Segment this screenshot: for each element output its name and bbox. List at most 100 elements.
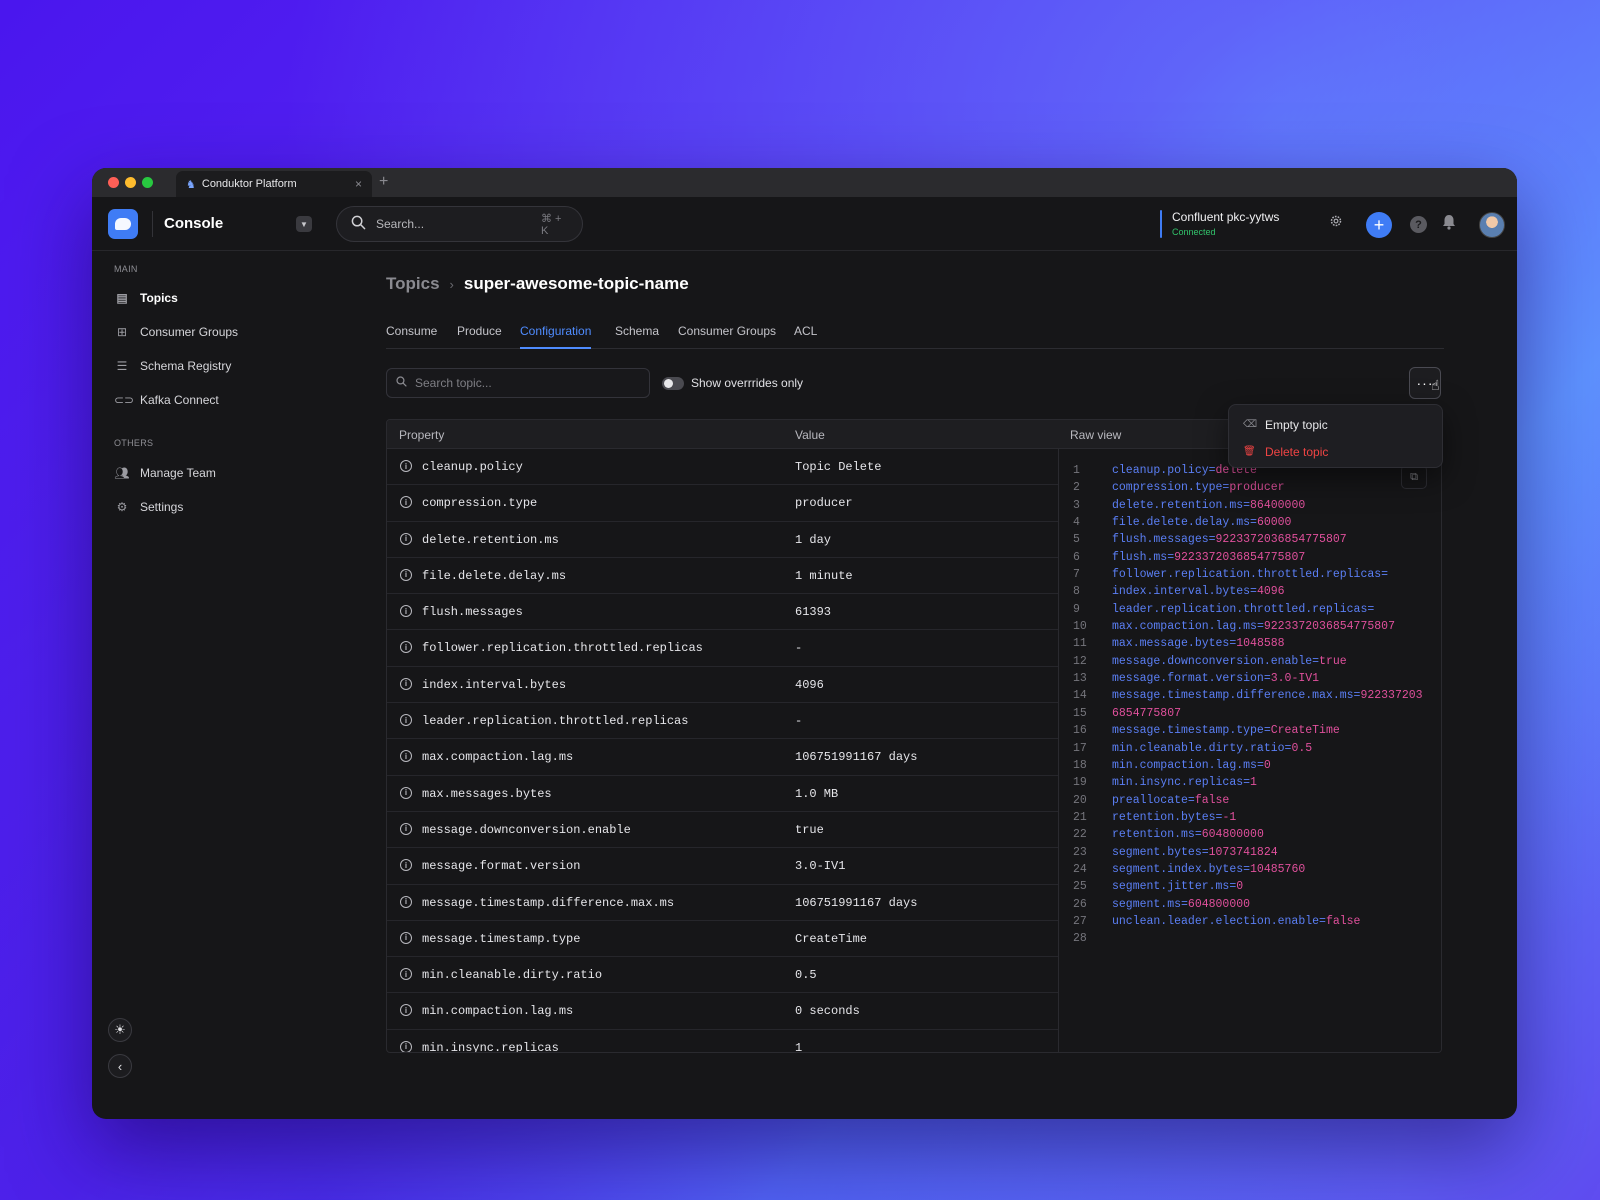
code-line: 22 retention.ms = 604800000 (1059, 828, 1441, 845)
info-icon[interactable]: i (400, 532, 412, 545)
user-avatar[interactable] (1479, 212, 1505, 238)
close-window-button[interactable] (108, 177, 119, 188)
tab-close-icon[interactable]: × (355, 177, 362, 191)
tab-produce[interactable]: Produce (457, 324, 502, 349)
code-line: 27 unclean.leader.election.enable = false (1059, 915, 1441, 932)
table-row[interactable]: i file.delete.delay.ms 1 minute (387, 558, 1058, 595)
table-row[interactable]: i flush.messages 61393 (387, 594, 1058, 631)
table-row[interactable]: i delete.retention.ms 1 day (387, 522, 1058, 558)
line-number: 3 (1073, 498, 1080, 512)
code-line: 18 min.compaction.lag.ms = 0 (1059, 759, 1441, 776)
app-logo-icon[interactable] (108, 209, 138, 239)
line-number: 13 (1073, 672, 1087, 686)
maximize-window-button[interactable] (142, 177, 153, 188)
info-icon[interactable]: i (400, 786, 412, 799)
collapse-sidebar-chevron-icon[interactable]: ‹ (108, 1054, 132, 1078)
line-number: 1 (1073, 464, 1080, 477)
conduktor-favicon-icon: ♞ (186, 178, 196, 191)
breadcrumb-topics-link[interactable]: Topics (386, 274, 440, 294)
column-header-raw-view: Raw view (1070, 428, 1122, 442)
config-value: 60000 (1256, 516, 1292, 530)
sidebar-item-topics[interactable]: ▤ Topics (114, 288, 177, 308)
show-overrides-toggle[interactable] (662, 377, 684, 390)
sidebar-item-schema-registry[interactable]: ☰ Schema Registry (114, 356, 232, 376)
equals-sign: = (1367, 602, 1375, 616)
info-icon[interactable]: i (400, 460, 412, 472)
tab-acl[interactable]: ACL (794, 324, 817, 349)
info-icon[interactable]: i (400, 750, 412, 763)
table-row[interactable]: i compression.type producer (387, 485, 1058, 522)
sidebar-item-settings[interactable]: ⚙ Settings (114, 497, 184, 517)
page-title: super-awesome-topic-name (463, 274, 689, 293)
theme-toggle-sun-icon[interactable]: ☀ (108, 1018, 132, 1042)
config-value: 1073741824 (1208, 845, 1278, 859)
table-row[interactable]: i min.insync.replicas 1 (387, 1030, 1058, 1052)
property-value: 0.5 (795, 968, 817, 983)
menu-item-empty-topic[interactable]: ⌫ Empty topic (1229, 411, 1442, 438)
sidebar-item-label: Manage Team (140, 466, 216, 480)
browser-tab[interactable]: ♞ Conduktor Platform × (176, 171, 372, 197)
info-icon[interactable]: i (400, 1040, 412, 1052)
tab-schema[interactable]: Schema (615, 324, 659, 349)
add-button[interactable]: + (1366, 212, 1392, 238)
info-icon[interactable]: i (400, 714, 412, 727)
menu-item-delete-topic[interactable]: 🗑︎ Delete topic (1229, 438, 1442, 465)
info-icon[interactable]: i (400, 677, 412, 690)
property-value: 1 minute (795, 568, 853, 583)
schema-registry-icon: ☰ (116, 359, 128, 373)
info-icon[interactable]: i (400, 895, 412, 908)
info-icon[interactable]: i (400, 496, 412, 509)
config-key: min.compaction.lag.ms (1112, 758, 1257, 772)
line-number: 4 (1073, 516, 1080, 530)
help-icon[interactable]: ? (1410, 216, 1427, 233)
table-row[interactable]: i min.compaction.lag.ms 0 seconds (387, 993, 1058, 1030)
info-icon[interactable]: i (400, 968, 412, 981)
topic-search[interactable] (386, 368, 650, 398)
toggle-knob (664, 379, 673, 388)
code-line: 23 segment.bytes = 1073741824 (1059, 846, 1441, 863)
info-icon[interactable]: i (400, 568, 412, 581)
info-icon[interactable]: i (400, 641, 412, 654)
topic-search-input[interactable] (415, 376, 640, 390)
info-icon[interactable]: i (400, 605, 412, 618)
equals-sign: = (1208, 533, 1216, 547)
info-icon[interactable]: i (400, 859, 412, 872)
table-row[interactable]: i message.downconversion.enable true (387, 812, 1058, 849)
table-row[interactable]: i message.timestamp.type CreateTime (387, 921, 1058, 958)
config-value: 9223372036854775807 (1263, 620, 1395, 634)
global-search[interactable]: ⌘ + K (336, 206, 583, 242)
sidebar-item-consumer-groups[interactable]: ⊞ Consumer Groups (114, 322, 238, 342)
sidebar-section-main: MAIN (114, 264, 138, 274)
equals-sign: = (1229, 880, 1237, 894)
info-icon[interactable]: i (400, 1004, 412, 1017)
config-key: retention.ms (1112, 828, 1195, 842)
sidebar-item-kafka-connect[interactable]: ⊂⊃ Kafka Connect (114, 390, 219, 410)
cluster-status: Connected (1172, 227, 1216, 237)
tab-configuration[interactable]: Configuration (520, 324, 592, 349)
table-row[interactable]: i message.timestamp.difference.max.ms 1067… (387, 885, 1058, 921)
line-number: 10 (1073, 620, 1087, 634)
sidebar-section-others: OTHERS (114, 438, 154, 448)
table-row[interactable]: i min.cleanable.dirty.ratio 0.5 (387, 957, 1058, 994)
app-switcher-dropdown-icon[interactable]: ▼ (296, 216, 312, 232)
minimize-window-button[interactable] (125, 177, 136, 188)
tab-consume[interactable]: Consume (386, 324, 437, 349)
table-row[interactable]: i follower.replication.throttled.replicas… (387, 630, 1058, 667)
table-row[interactable]: i leader.replication.throttled.replicas - (387, 703, 1058, 740)
table-row[interactable]: i max.messages.bytes 1.0 MB (387, 776, 1058, 812)
new-tab-button[interactable]: + (379, 173, 388, 191)
info-icon[interactable]: i (400, 822, 412, 835)
cluster-settings-gear-icon[interactable] (1330, 214, 1342, 230)
table-row[interactable]: i max.compaction.lag.ms 106751991167 days (387, 739, 1058, 776)
table-row[interactable]: i cleanup.policy Topic Delete (387, 449, 1058, 486)
config-value: 0.5 (1291, 741, 1313, 755)
global-search-input[interactable] (376, 217, 531, 231)
notifications-bell-icon[interactable] (1442, 214, 1456, 233)
sidebar-item-manage-team[interactable]: 👥︎ Manage Team (114, 463, 216, 483)
tab-consumer-groups[interactable]: Consumer Groups (678, 324, 776, 349)
info-icon[interactable]: i (400, 931, 412, 944)
table-row[interactable]: i index.interval.bytes 4096 (387, 667, 1058, 704)
browser-chrome: ♞ Conduktor Platform × + (92, 168, 1517, 197)
cluster-name[interactable]: Confluent pkc-yytws (1172, 210, 1279, 224)
table-row[interactable]: i message.format.version 3.0-IV1 (387, 848, 1058, 885)
